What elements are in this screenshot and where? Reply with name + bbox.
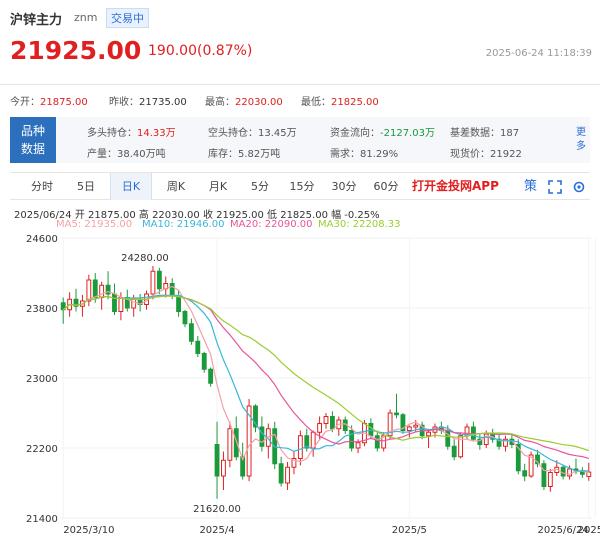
fund-flow: 资金流向：-2127.03万 [330,128,435,139]
x-tick-label: 2025/5 [392,525,427,536]
candle-body [547,472,553,487]
candle-body [156,270,162,290]
tab-intraday[interactable]: 分时 [24,173,60,200]
candle-body [323,416,329,424]
settings-icon[interactable] [572,173,586,204]
candle-body [195,340,201,354]
variety-data-label[interactable]: 品种 数据 [10,117,56,163]
candle-body [92,279,98,298]
candle-body [349,430,355,449]
candle-body [329,416,335,430]
y-tick-label: 21400 [26,514,58,525]
y-tick-label: 24600 [26,234,58,245]
candle-body [567,468,572,477]
y-tick-label: 23800 [26,304,58,315]
candle-body [150,270,156,295]
y-tick-label: 23000 [26,374,58,385]
candle-body [451,445,457,458]
instrument-name: 沪锌主力 [10,13,63,28]
candle-body [86,279,92,302]
high-stat: 最高：22030.00 [205,97,283,108]
candle-body [355,442,361,449]
tab-5day[interactable]: 5日 [68,173,104,200]
candle-body [278,463,284,484]
candle-body [131,298,137,309]
candle-body [176,295,182,312]
candle-body [317,423,323,433]
candle-body [182,311,188,325]
candle-body [233,428,239,458]
header-divider [0,84,600,85]
basis-data[interactable]: 基差数据：187 [450,124,519,139]
min-price-annotation: 21620.00 [193,504,241,515]
price-change: 190.00(0.87%) [148,43,253,59]
x-tick-label: 2025/6/24 [538,525,589,536]
candle-body [221,459,226,477]
candle-body [188,323,194,342]
prev-close-stat: 昨收：21735.00 [109,97,187,108]
candle-body [227,428,233,461]
tab-weekly-k[interactable]: 周K [158,173,194,200]
tab-60min[interactable]: 60分 [368,173,404,200]
kline-chart[interactable]: 24600 23800 23000 22200 21400 2025/3/10 2025/4… [0,228,600,537]
low-stat: 最低：21825.00 [301,97,379,108]
tab-5min[interactable]: 5分 [242,173,278,200]
x-tick-label: 2025/4 [199,525,234,536]
candle-body [374,435,380,449]
candle-body [413,424,419,428]
candle-body [112,293,117,312]
fullscreen-icon[interactable] [548,173,562,204]
y-tick-label: 22200 [26,444,58,455]
candle-body [259,426,265,447]
trading-status-badge: 交易中 [106,8,149,28]
candle-body [285,466,290,484]
candle-body [541,463,547,487]
candle-body [99,284,105,298]
candle-body [208,368,214,384]
candle-body [522,470,528,477]
output: 产量：38.40万吨 [87,149,166,160]
candle-body [214,444,220,477]
spot-price: 现货价：21922 [450,149,522,160]
x-tick-label: 2025/3/10 [63,525,114,536]
candle-body [426,431,431,437]
strategy-icon[interactable]: 策 [524,173,537,200]
candle-body [201,353,207,370]
instrument-code: znm [74,11,98,24]
open-app-link[interactable]: 打开金投网APP [412,173,499,200]
max-price-annotation: 24280.00 [121,253,169,264]
last-price: 21925.00 [10,36,142,65]
tab-30min[interactable]: 30分 [326,173,362,200]
tab-daily-k[interactable]: 日K [110,173,152,200]
inventory: 库存：5.82万吨 [208,149,281,160]
candle-body [297,435,303,459]
tab-monthly-k[interactable]: 月K [200,173,236,200]
quote-timestamp: 2025-06-24 11:18:39 [485,48,592,59]
short-position: 空头持仓：13.45万 [208,128,297,139]
candle-body [118,297,124,312]
candle-body [169,283,175,297]
long-position: 多头持仓：14.33万 [87,128,176,139]
period-tabs: 分时 5日 日K 周K 月K 5分 15分 30分 60分 打开金投网APP 策 [10,172,590,200]
candle-body [406,426,412,431]
candle-body [394,412,399,416]
demand: 需求：81.29% [330,149,399,160]
open-stat: 今开：21875.00 [10,97,88,108]
tab-15min[interactable]: 15分 [284,173,320,200]
more-link[interactable]: 更多 [576,126,588,154]
